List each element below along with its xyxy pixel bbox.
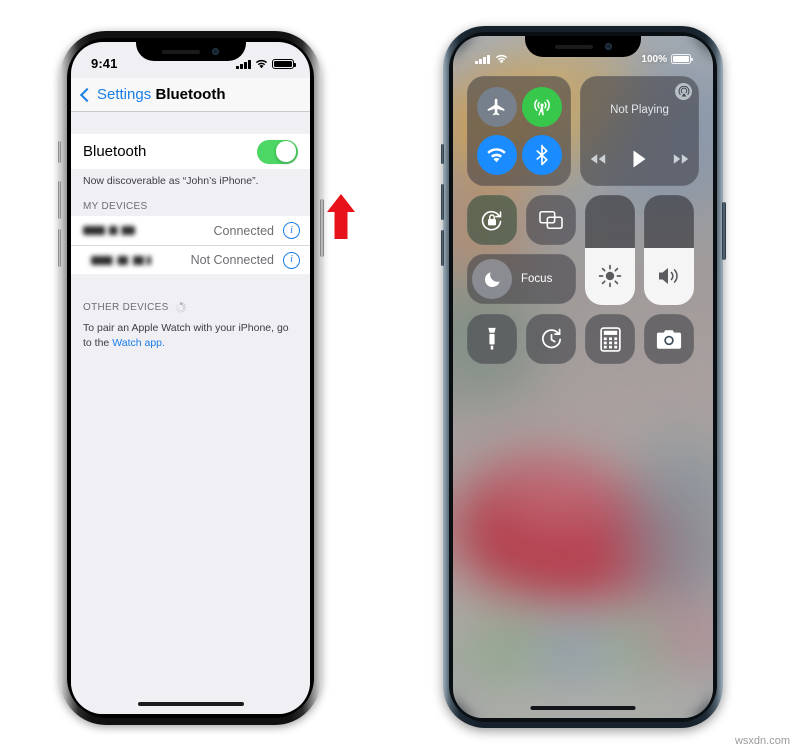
right-phone-volume-up-button[interactable] [440,184,444,220]
timer-icon [541,328,561,348]
left-phone-volume-down-button[interactable] [57,229,61,267]
screen-mirroring-icon [539,210,563,230]
info-circle-icon[interactable]: i [283,251,300,269]
iphone-left-device: 9:41 Settings Bluetooth Bluetooth Now di… [57,31,324,725]
table-row[interactable]: Not Connected i [71,245,310,274]
wifi-icon [255,60,268,69]
bluetooth-icon [535,144,548,166]
my-devices-header: MY DEVICES [71,193,310,216]
calculator-button[interactable] [585,314,635,364]
camera-button[interactable] [644,314,694,364]
control-center-row-3 [467,314,699,364]
earpiece-speaker [162,49,200,54]
device-name-redacted [83,226,135,235]
bluetooth-toggle-switch[interactable] [257,139,298,164]
control-center-row-2: Focus [467,195,699,305]
table-row[interactable]: Connected i [71,216,310,245]
discoverable-note: Now discoverable as “John’s iPhone”. [71,169,310,193]
home-indicator[interactable] [137,701,244,706]
watch-app-link[interactable]: Watch app. [112,337,165,349]
front-camera [604,43,612,50]
right-phone-volume-down-button[interactable] [440,230,444,266]
control-center: Not Playing Focus [467,76,699,373]
now-playing-title: Not Playing [610,104,669,116]
left-phone-notch [135,42,246,61]
flashlight-button[interactable] [467,314,517,364]
battery-percent-label: 100% [641,53,667,65]
left-phone-power-button[interactable] [320,199,324,257]
calculator-icon [599,326,621,352]
timer-button[interactable] [526,314,576,364]
play-icon[interactable] [632,150,647,168]
back-to-settings-button[interactable]: Settings [71,86,151,103]
now-playing-module[interactable]: Not Playing [580,76,699,186]
back-button-label: Settings [97,86,152,103]
airplane-mode-button[interactable] [476,87,517,127]
flashlight-icon [488,327,496,350]
cellular-data-button[interactable] [521,87,562,127]
airplay-audio-icon[interactable] [675,83,692,100]
watermark: wsxdn.com [734,735,790,747]
iphone-right-device: 100% Not Playing Focus [440,26,726,728]
battery-full-icon [671,54,693,64]
airplane-icon [487,98,505,115]
brightness-slider[interactable] [585,195,635,305]
device-name-redacted [91,255,151,265]
moon-icon-wrapper [472,259,512,299]
cellular-tower-icon [533,99,550,116]
home-indicator[interactable] [530,705,636,710]
device-status: Not Connected [190,253,274,267]
focus-label: Focus [521,273,553,285]
orientation-lock-button[interactable] [467,195,517,245]
bluetooth-button[interactable] [521,135,562,175]
right-phone-screen: 100% Not Playing Focus [453,36,713,718]
device-status: Connected [213,223,274,238]
toggle-knob [275,141,297,162]
brightness-sun-icon [598,264,622,288]
chevron-left-icon [79,87,95,102]
battery-full-icon [272,58,296,70]
front-camera [212,48,219,55]
volume-slider[interactable] [644,195,694,305]
cellular-signal-icon [475,54,490,64]
bluetooth-row-label: Bluetooth [83,143,147,160]
list-top-gap [71,112,310,134]
my-devices-header-label: MY DEVICES [83,201,148,212]
earpiece-speaker [554,44,593,49]
activity-spinner-icon [175,302,187,313]
connectivity-module [467,76,571,186]
navigation-bar: Settings Bluetooth [71,78,310,112]
fast-forward-icon[interactable] [673,153,689,165]
camera-icon [656,329,682,349]
left-phone-volume-up-button[interactable] [57,181,61,219]
brightness-icon-wrapper [585,247,635,305]
wifi-button[interactable] [476,135,517,175]
red-arrow-up-icon [327,194,355,239]
speaker-volume-icon [659,268,678,284]
bluetooth-toggle-row[interactable]: Bluetooth [71,134,310,169]
right-phone-silent-switch[interactable] [441,144,444,164]
rewind-icon[interactable] [590,153,606,165]
wifi-icon [487,148,506,163]
wifi-icon [495,54,507,64]
rotation-lock-icon [481,210,502,231]
screen-mirroring-button[interactable] [526,195,576,245]
other-devices-header-label: OTHER DEVICES [83,302,169,313]
volume-icon-wrapper [644,247,694,305]
other-devices-body: To pair an Apple Watch with your iPhone,… [71,317,310,352]
status-time: 9:41 [91,55,118,71]
left-phone-screen: 9:41 Settings Bluetooth Bluetooth Now di… [71,42,310,714]
control-center-row-1: Not Playing [467,76,699,186]
left-phone-silent-switch[interactable] [58,141,61,163]
focus-button[interactable]: Focus [467,254,576,304]
cellular-signal-icon [236,59,251,70]
other-devices-header: OTHER DEVICES [71,274,310,317]
moon-icon [484,271,500,287]
info-circle-icon[interactable]: i [283,222,300,239]
right-phone-power-button[interactable] [722,202,726,260]
right-phone-notch [525,36,641,57]
